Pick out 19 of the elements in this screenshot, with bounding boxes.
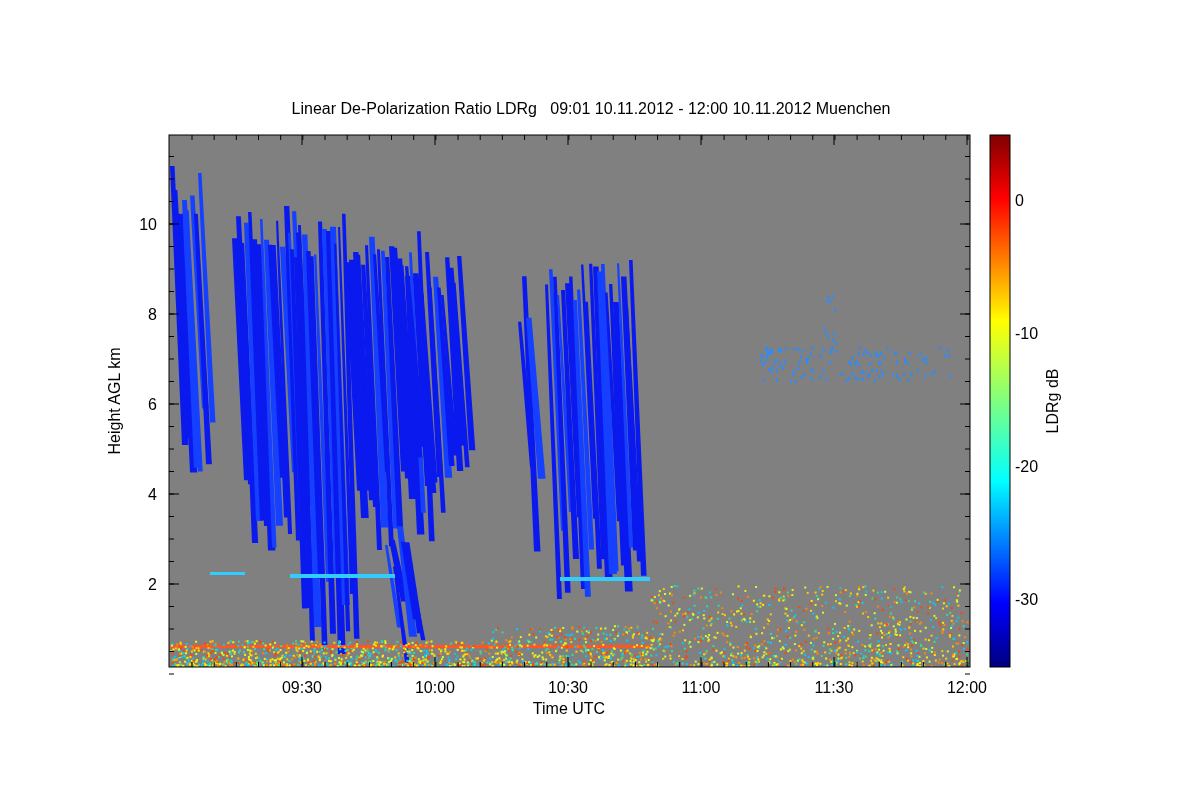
colorbar-label: LDRg dB	[1044, 368, 1061, 434]
x-tick-label: 11:30	[814, 679, 854, 696]
x-tick-label: 11:00	[681, 679, 721, 696]
x-tick-label: 12:00	[947, 679, 987, 696]
colorbar-tick-label: 0	[1015, 192, 1024, 209]
chart-title: Linear De-Polarization Ratio LDRg 09:01 10.11.2012 - 12:00 10.11.2012 Muenchen	[291, 100, 891, 117]
x-axis-label: Time UTC	[532, 700, 606, 717]
y-tick-label: 2	[148, 576, 157, 593]
colorbar-tick-label: -10	[1015, 325, 1039, 342]
y-tick-label: 10	[139, 216, 157, 233]
y-axis-label: Height AGL km	[106, 347, 123, 455]
colorbar-tick-label: -20	[1015, 458, 1039, 475]
y-tick-label: 4	[148, 486, 157, 503]
x-tick-label: 10:30	[548, 679, 588, 696]
y-tick-label: 6	[148, 396, 157, 413]
x-tick-label: 09:30	[282, 679, 322, 696]
x-tick-label: 10:00	[415, 679, 455, 696]
colorbar-tick-label: -30	[1015, 591, 1039, 608]
y-tick-label: 8	[148, 306, 157, 323]
